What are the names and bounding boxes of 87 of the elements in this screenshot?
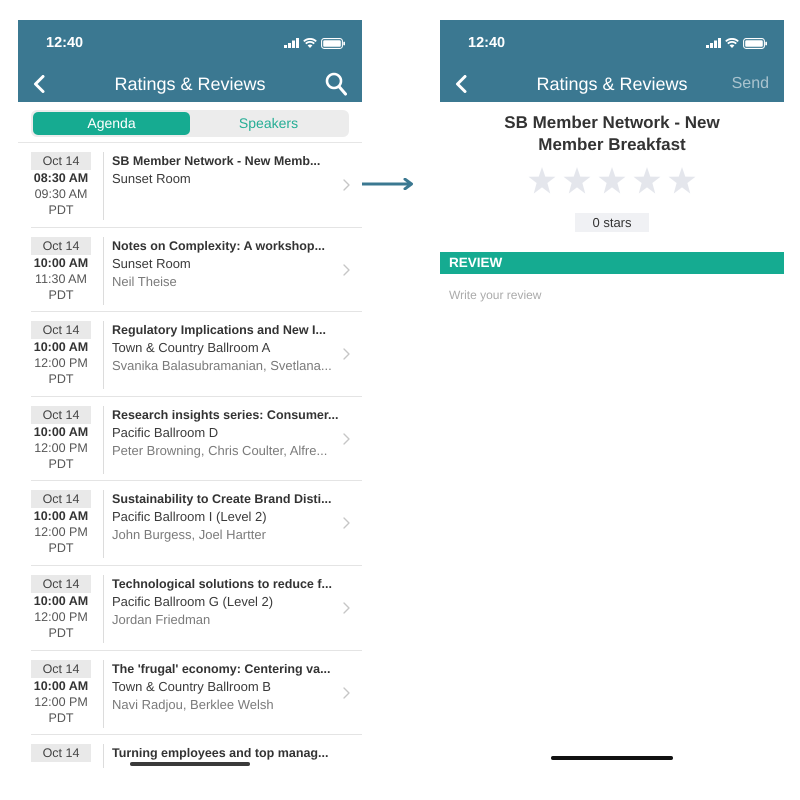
start-time: 10:00 AM [32, 508, 90, 524]
rating-label: 0 stars [575, 213, 649, 232]
chevron-right-icon [343, 602, 350, 614]
section-header: REVIEW [440, 252, 784, 274]
session-title: Research insights series: Consumer... [112, 406, 339, 424]
room-name: Sunset Room [112, 170, 192, 188]
signal-icon [706, 38, 721, 48]
session-list-item[interactable]: Oct 14 08:30 AM 09:30 AM PDT SB Member Network - New Memb... Sunset Room [31, 143, 362, 228]
session-date: Oct 14 [31, 236, 91, 255]
battery-icon [321, 38, 345, 48]
star-icon[interactable] [668, 167, 696, 194]
session-title: Sustainability to Create Brand Disti... [112, 491, 332, 508]
start-time: 10:00 AM [32, 254, 90, 271]
session-list-item[interactable]: Oct 14 10:00 AM 12:00 PM PDT Research insights series: Consumer... Pacific Ballroom D Peter Browning, Chris Coulter, Alfre... [31, 396, 362, 482]
session-list-item[interactable]: Oct 14 10:00 AM 12:00 PM PDT Regulatory Implications and New I... Town & Country Ballroom A Svanika Balasubramanian, Svetlana... [31, 312, 362, 397]
wifi-icon [303, 38, 317, 48]
timezone-label: PDT [48, 371, 74, 388]
start-time: 08:30 AM [32, 170, 90, 186]
review-field[interactable]: Write your review [449, 284, 775, 306]
session-list-item[interactable]: Oct 14 10:00 AM 11:30 AM PDT Notes on Complexity: A workshop... Sunset Room Neil Theise [31, 228, 362, 312]
end-time: 12:00 PM [33, 524, 89, 540]
session-date: Oct 14 [31, 321, 91, 340]
chevron-right-icon [343, 517, 350, 530]
end-time: 12:00 PM [33, 355, 89, 372]
room-name: Town & Country Ballroom A [112, 339, 272, 358]
start-time: 10:00 AM [32, 678, 90, 694]
signal-icon [284, 38, 299, 48]
session-date: Oct 14 [31, 660, 91, 678]
speaker-names: Neil Theise [112, 272, 178, 291]
chevron-right-icon [343, 264, 350, 276]
room-name: Pacific Ballroom D [112, 424, 220, 442]
room-name: Sunset Room [112, 254, 192, 273]
status-time: 12:40 [468, 34, 506, 52]
session-date: Oct 14 [31, 152, 91, 170]
room-name: Pacific Ballroom I (Level 2) [112, 508, 268, 526]
chevron-right-icon [343, 432, 350, 445]
star-icon[interactable] [528, 167, 556, 194]
room-name: Pacific Ballroom G (Level 2) [112, 592, 274, 611]
screen-title: Ratings & Reviews [536, 73, 688, 95]
session-title: Regulatory Implications and New I... [112, 322, 327, 340]
arrow-icon [362, 178, 414, 190]
session-title: Turning employees and top manag... [112, 745, 330, 762]
end-time: 12:00 PM [33, 440, 89, 456]
end-time: 12:00 PM [33, 608, 89, 625]
end-time: 09:30 AM [34, 186, 88, 202]
session-date: Oct 14 [31, 406, 91, 424]
start-time: 10:00 AM [32, 592, 90, 609]
speaker-names: Peter Browning, Chris Coulter, Alfre... [112, 442, 328, 460]
speaker-names: John Burgess, Joel Hartter [112, 526, 267, 544]
screen-title: Ratings & Reviews [114, 73, 266, 95]
star-icon[interactable] [633, 167, 661, 194]
timezone-label: PDT [48, 286, 74, 303]
timezone-label: PDT [48, 710, 74, 726]
status-time: 12:40 [46, 34, 84, 52]
timezone-label: PDT [48, 624, 74, 641]
session-title: SB Member Network - New Memb... [112, 153, 322, 170]
session-date: Oct 14 [31, 744, 91, 762]
session-title: SB Member Network - New Member Breakfast [503, 112, 721, 156]
star-icon[interactable] [598, 167, 626, 194]
chevron-right-icon [343, 686, 350, 699]
star-icon[interactable] [563, 167, 591, 194]
chevron-right-icon [343, 348, 350, 360]
timezone-label: PDT [48, 540, 74, 556]
session-title: Technological solutions to reduce f... [112, 576, 333, 593]
start-time: 10:00 AM [32, 424, 90, 440]
session-list-item[interactable]: Oct 14 10:00 AM 12:00 PM PDT Technological solutions to reduce f... Pacific Ballroom G (Level 2) Jordan Friedman [31, 566, 362, 651]
session-list-item[interactable]: Oct 14 10:00 AM 12:00 PM PDT Sustainability to Create Brand Disti... Pacific Ballroom I (Level 2) John Burgess, Joel Hartter [31, 481, 362, 566]
search-icon[interactable] [325, 72, 347, 96]
session-date: Oct 14 [31, 574, 91, 593]
timezone-label: PDT [48, 456, 74, 472]
speaker-names: Svanika Balasubramanian, Svetlana... [112, 357, 333, 376]
session-date: Oct 14 [31, 490, 91, 508]
speaker-names: Navi Radjou, Berklee Welsh [112, 696, 275, 714]
timezone-label: PDT [48, 202, 74, 218]
end-time: 12:00 PM [33, 694, 89, 710]
chevron-right-icon [343, 179, 350, 191]
end-time: 11:30 AM [34, 270, 88, 287]
start-time: 10:00 AM [32, 339, 90, 356]
back-icon[interactable] [455, 75, 467, 93]
session-title: Notes on Complexity: A workshop... [112, 238, 326, 255]
session-list-item[interactable]: Oct 14 10:00 AM 12:00 PM PDT The 'frugal' economy: Centering va... Town & Country Ballroom B Navi Radjou, Berklee Welsh [31, 650, 362, 736]
speaker-names: Jordan Friedman [112, 610, 212, 629]
battery-icon [743, 38, 767, 48]
wifi-icon [725, 38, 739, 48]
room-name: Town & Country Ballroom B [112, 678, 272, 696]
session-title: The 'frugal' economy: Centering va... [112, 660, 332, 678]
back-icon[interactable] [33, 75, 45, 93]
